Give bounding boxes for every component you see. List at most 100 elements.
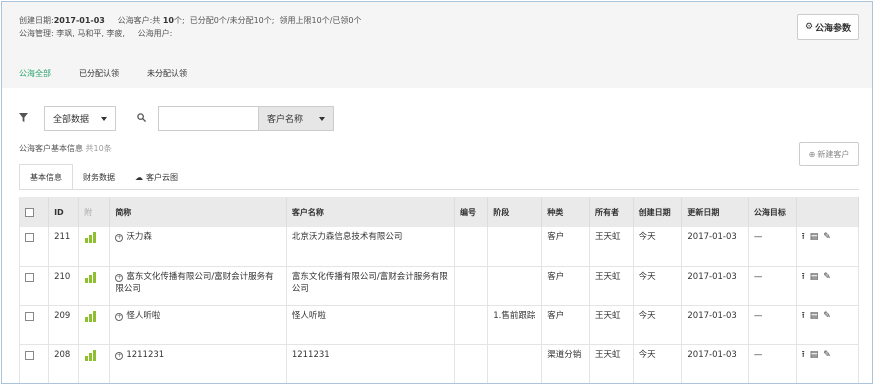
tab-assigned[interactable]: 已分配认领 <box>79 68 119 79</box>
col-header[interactable]: 种类 <box>541 197 590 227</box>
cell-code <box>454 227 489 267</box>
record-count: 共10条 <box>85 144 112 153</box>
tab-basic-info[interactable]: 基本信息 <box>19 164 73 190</box>
tab-finance[interactable]: 财务数据 <box>73 164 125 190</box>
row-select-cell <box>18 227 50 267</box>
edit-icon[interactable]: ✎ <box>823 349 831 362</box>
row-checkbox[interactable] <box>25 233 34 242</box>
scope-select[interactable]: 全部数据 <box>44 106 116 131</box>
table-row[interactable]: 209 + 怪人听啦 怪人听啦 1.售前跟踪 客户 王天虹 今天 2017-01-… <box>18 305 860 345</box>
header-panel: 创建日期:2017-01-03 公海客户:共 10个; 已分配0个/未分配10个… <box>2 2 872 88</box>
cell-updated: 2017-01-03 <box>681 344 749 383</box>
col-header[interactable]: 阶段 <box>487 197 543 227</box>
view-tabs: 基本信息 财务数据 ☁ 客户云图 <box>19 164 188 190</box>
row-checkbox[interactable] <box>25 272 34 282</box>
col-header[interactable]: ID <box>48 197 80 227</box>
cell-created: 今天 <box>633 266 683 306</box>
tab-all[interactable]: 公海全部 <box>19 68 51 79</box>
document-icon[interactable]: ▤ <box>810 349 819 362</box>
short-name[interactable]: 怪人听啦 <box>126 311 160 321</box>
cell-owner: 王天虹 <box>589 305 634 345</box>
attachment-icon[interactable] <box>84 231 98 243</box>
filter-icon[interactable] <box>19 112 29 125</box>
short-name[interactable]: 富东文化传播有限公司/富财会计服务有限公司 <box>115 272 273 294</box>
cell-id: 208 <box>48 344 80 383</box>
cell-owner: 王天虹 <box>589 227 634 267</box>
cell-actions: ⭱ ▤ ✎ <box>796 266 860 306</box>
cell-stage: 1.售前跟踪 <box>487 305 543 345</box>
cell-updated: 2017-01-03 <box>681 227 749 267</box>
upload-icon[interactable]: ⭱ <box>802 349 805 362</box>
attachment-icon[interactable] <box>84 310 98 322</box>
col-header[interactable]: 简称 <box>109 197 287 227</box>
upload-icon[interactable]: ⭱ <box>802 271 805 284</box>
col-header[interactable]: 所有者 <box>589 197 634 227</box>
cell-stage <box>487 344 543 383</box>
document-icon[interactable]: ▤ <box>810 271 819 284</box>
search-input[interactable] <box>158 106 258 131</box>
cell-attachment <box>78 266 111 306</box>
gear-icon: ⚙ <box>804 22 814 32</box>
field-select[interactable]: 客户名称 <box>258 106 334 131</box>
upload-icon[interactable]: ⭱ <box>802 310 805 323</box>
scope-select-value: 全部数据 <box>53 115 90 125</box>
upload-icon[interactable]: ⭱ <box>802 231 805 244</box>
cell-stage <box>487 266 543 306</box>
document-icon[interactable]: ▤ <box>810 231 819 244</box>
edit-icon[interactable]: ✎ <box>823 271 831 284</box>
cell-customer-name: 1211231 <box>286 344 456 383</box>
table-row[interactable]: 210 + 富东文化传播有限公司/富财会计服务有限公司 富东文化传播有限公司/富财… <box>18 266 860 306</box>
cell-created: 今天 <box>633 305 683 345</box>
new-customer-button[interactable]: ⊕ 新建客户 <box>799 142 859 166</box>
row-checkbox[interactable] <box>25 350 34 360</box>
cell-actions: ⭱ ▤ ✎ <box>796 227 860 267</box>
sea-params-label: 公海参数 <box>815 23 852 34</box>
cell-attachment <box>78 344 111 383</box>
tab-cloud[interactable]: ☁ 客户云图 <box>125 164 188 190</box>
document-icon[interactable]: ▤ <box>810 310 819 323</box>
search-icon <box>126 112 156 125</box>
edit-icon[interactable]: ✎ <box>823 310 831 323</box>
cell-created: 今天 <box>633 344 683 383</box>
field-select-value: 客户名称 <box>267 115 304 125</box>
assigned-count: 已分配0个/未分配10个; <box>189 16 275 25</box>
cell-type: 客户 <box>541 305 590 345</box>
col-header[interactable]: 客户名称 <box>286 197 456 227</box>
table-row[interactable]: 211 + 沃力森 北京沃力森信息技术有限公司 客户 王天虹 今天 2017-01… <box>18 227 860 267</box>
sea-count: 10 <box>162 16 174 25</box>
short-name[interactable]: 1211231 <box>126 350 164 360</box>
cell-owner: 王天虹 <box>589 344 634 383</box>
edit-icon[interactable]: ✎ <box>823 231 831 244</box>
tab-cloud-label: 客户云图 <box>146 172 178 182</box>
cell-id: 211 <box>48 227 80 267</box>
col-header[interactable]: 更新日期 <box>681 197 749 227</box>
attachment-icon[interactable] <box>84 271 98 283</box>
cell-actions: ⭱ ▤ ✎ <box>796 344 860 383</box>
row-select-cell <box>18 344 50 383</box>
attachment-icon[interactable] <box>84 349 98 361</box>
sea-params-button[interactable]: ⚙ 公海参数 <box>797 14 859 40</box>
row-checkbox[interactable] <box>25 311 34 321</box>
col-header[interactable]: 编号 <box>454 197 489 227</box>
tab-unassigned[interactable]: 未分配认领 <box>147 68 187 79</box>
tab-divider <box>19 189 859 190</box>
table-header-row: ID 附 简称 客户名称 编号 阶段 种类 所有者 创建日期 更新日期 公海目标 <box>18 197 860 227</box>
col-header: 附 <box>78 197 111 227</box>
new-customer-label: 新建客户 <box>817 149 850 159</box>
cell-actions: ⭱ ▤ ✎ <box>796 305 860 345</box>
expand-icon[interactable]: + <box>115 312 124 321</box>
short-name[interactable]: 沃力森 <box>126 232 152 242</box>
plus-circle-icon: ⊕ <box>808 149 816 159</box>
col-header[interactable]: 公海目标 <box>748 197 797 227</box>
col-header[interactable]: 创建日期 <box>633 197 683 227</box>
select-all-checkbox[interactable] <box>25 207 34 217</box>
users-text: 公海用户: <box>137 29 173 38</box>
cell-type: 客户 <box>541 266 590 306</box>
cell-code <box>454 344 489 383</box>
managers-text: 公海管理: 李飒, 马和平, 李疲, <box>19 29 125 38</box>
expand-icon[interactable]: + <box>115 273 124 282</box>
table-row[interactable]: 208 +1211231 1211231 渠道分销 王天虹 今天 2017-01… <box>18 344 860 383</box>
expand-icon[interactable]: + <box>115 351 124 360</box>
cell-attachment <box>78 305 111 345</box>
expand-icon[interactable]: + <box>115 234 124 242</box>
